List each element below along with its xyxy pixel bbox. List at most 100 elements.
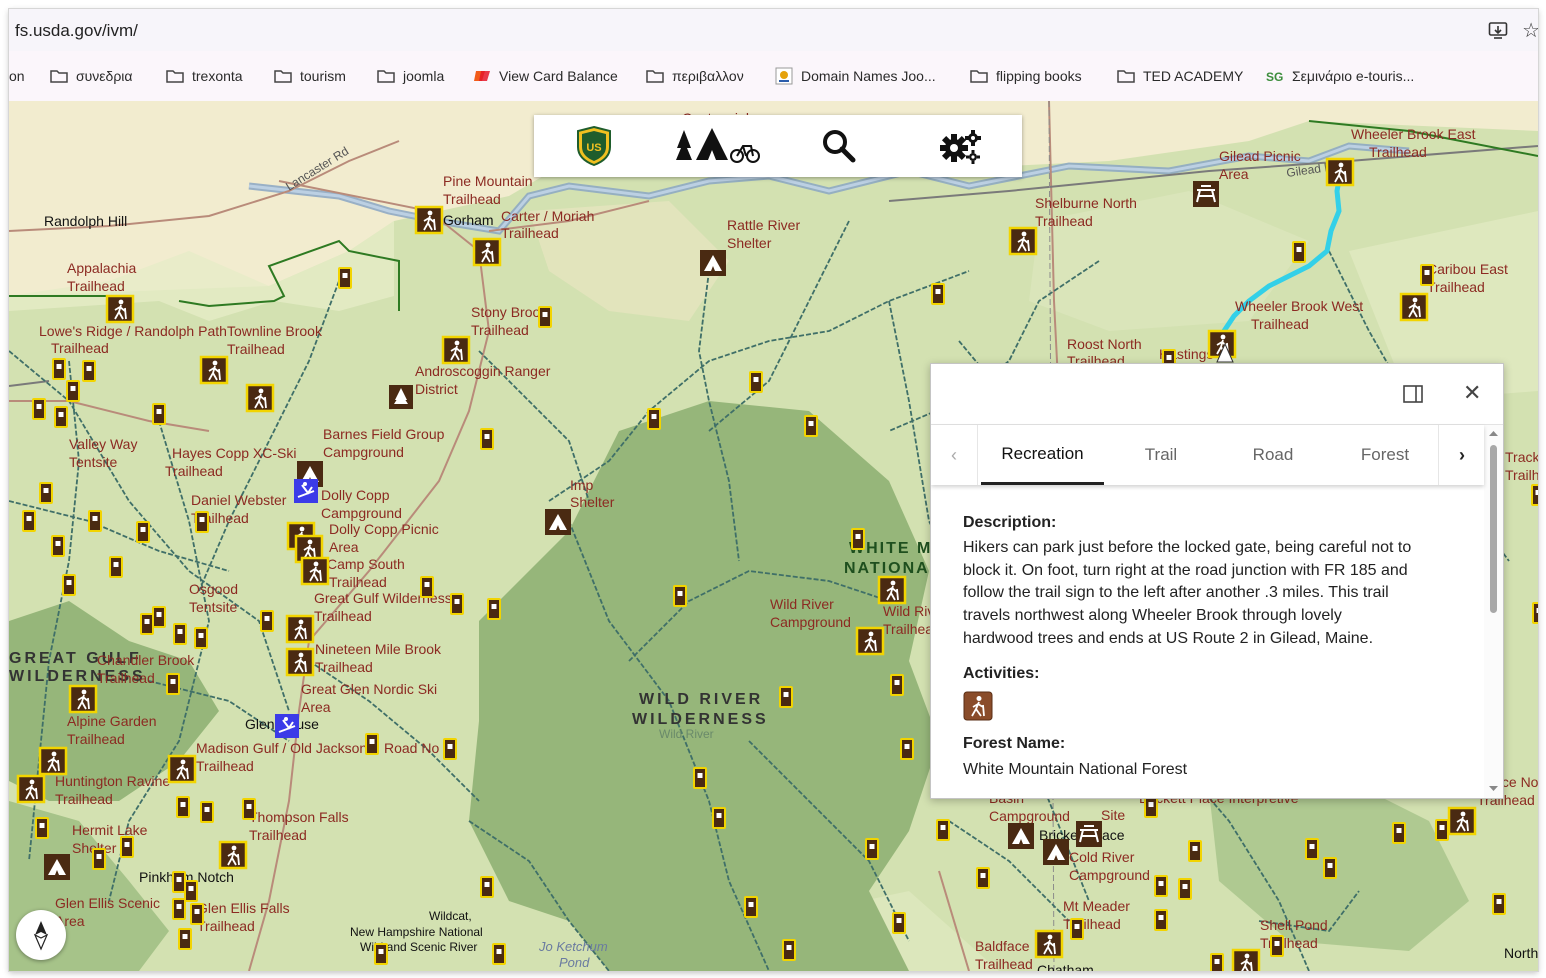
scroll-up-arrow-icon[interactable]	[1488, 430, 1499, 437]
site-marker[interactable]	[242, 798, 256, 820]
site-marker[interactable]	[195, 511, 209, 533]
site-marker[interactable]	[52, 358, 66, 380]
site-marker[interactable]	[450, 593, 464, 615]
hiking-activity-icon[interactable]	[963, 691, 993, 721]
site-marker[interactable]	[420, 576, 434, 598]
trailhead-marker[interactable]	[300, 556, 330, 586]
search-button[interactable]	[816, 123, 862, 169]
site-marker[interactable]	[194, 627, 208, 649]
site-marker[interactable]	[1188, 840, 1202, 862]
campground-marker[interactable]	[1008, 823, 1034, 849]
bookmark-item[interactable]: SG Σεμινάριο e-touris...	[1266, 66, 1414, 86]
ranger-district-marker[interactable]	[389, 385, 413, 409]
site-marker[interactable]	[39, 482, 53, 504]
bookmark-star-icon[interactable]: ☆	[1522, 18, 1538, 43]
site-marker[interactable]	[54, 406, 68, 428]
scroll-thumb[interactable]	[1490, 445, 1497, 613]
site-marker[interactable]	[492, 943, 506, 965]
trailhead-marker[interactable]	[1231, 948, 1261, 971]
site-marker[interactable]	[1392, 822, 1406, 844]
tab-recreation[interactable]: Recreation	[981, 425, 1104, 485]
site-marker[interactable]	[890, 674, 904, 696]
site-marker[interactable]	[172, 898, 186, 920]
site-marker[interactable]	[82, 360, 96, 382]
trailhead-marker[interactable]	[1399, 292, 1429, 322]
site-marker[interactable]	[109, 556, 123, 578]
site-marker[interactable]	[1154, 909, 1168, 931]
trailhead-marker[interactable]	[167, 754, 197, 784]
trailhead-marker[interactable]	[1447, 806, 1477, 836]
site-marker[interactable]	[749, 371, 763, 393]
map-canvas[interactable]: Randolph Hill Centennial Lancaster Rd Pi…	[9, 101, 1538, 971]
close-icon[interactable]: ✕	[1463, 379, 1481, 407]
site-marker[interactable]	[1154, 875, 1168, 897]
site-marker[interactable]	[178, 928, 192, 950]
tab-road[interactable]: Road	[1218, 425, 1328, 485]
site-marker[interactable]	[538, 306, 552, 328]
tabs-prev-chevron-icon[interactable]: ‹	[931, 425, 978, 485]
shelter-marker[interactable]	[44, 854, 70, 880]
trailhead-marker[interactable]	[414, 205, 444, 235]
trailhead-marker[interactable]	[199, 355, 229, 385]
trailhead-marker[interactable]	[1325, 157, 1355, 187]
site-marker[interactable]	[1492, 893, 1506, 915]
site-marker[interactable]	[200, 801, 214, 823]
picnic-area-marker[interactable]	[1075, 820, 1103, 848]
picnic-area-marker[interactable]	[1192, 180, 1220, 208]
trailhead-marker[interactable]	[472, 237, 502, 267]
trailhead-marker[interactable]	[38, 746, 68, 776]
site-marker[interactable]	[892, 912, 906, 934]
site-marker[interactable]	[936, 819, 950, 841]
settings-button[interactable]	[936, 123, 986, 169]
site-marker[interactable]	[1532, 602, 1538, 624]
bookmark-item[interactable]: Domain Names Joo...	[775, 66, 936, 86]
trailhead-marker[interactable]	[105, 294, 135, 324]
site-marker[interactable]	[673, 585, 687, 607]
tab-forest[interactable]: Forest	[1328, 425, 1442, 485]
site-marker[interactable]	[1420, 264, 1434, 286]
site-marker[interactable]	[35, 817, 49, 839]
site-marker[interactable]	[1210, 953, 1224, 971]
bookmark-item[interactable]: View Card Balance	[473, 66, 618, 86]
site-marker[interactable]	[172, 871, 186, 893]
recreation-activities-button[interactable]	[672, 123, 762, 169]
trailhead-marker[interactable]	[1034, 929, 1064, 959]
site-marker[interactable]	[176, 796, 190, 818]
bookmark-item[interactable]: on	[9, 66, 25, 86]
site-marker[interactable]	[480, 428, 494, 450]
site-marker[interactable]	[338, 267, 352, 289]
shelter-marker[interactable]	[545, 509, 571, 535]
compass-button[interactable]	[16, 910, 66, 960]
site-marker[interactable]	[693, 767, 707, 789]
bookmark-folder[interactable]: joomla	[377, 66, 444, 86]
bookmark-folder[interactable]: tourism	[274, 66, 346, 86]
shelter-marker[interactable]	[700, 250, 726, 276]
url-text[interactable]: fs.usda.gov/ivm/	[15, 21, 138, 41]
install-app-icon[interactable]	[1488, 20, 1508, 40]
site-marker[interactable]	[374, 943, 388, 965]
usfs-shield-button[interactable]: US	[570, 123, 618, 169]
site-marker[interactable]	[647, 408, 661, 430]
bookmark-folder[interactable]: περιβαλλον	[646, 66, 744, 86]
campground-marker[interactable]	[1043, 839, 1069, 865]
site-marker[interactable]	[443, 738, 457, 760]
site-marker[interactable]	[32, 398, 46, 420]
site-marker[interactable]	[88, 510, 102, 532]
site-marker[interactable]	[190, 903, 204, 925]
site-marker[interactable]	[136, 521, 150, 543]
trailhead-marker[interactable]	[285, 647, 315, 677]
site-marker[interactable]	[712, 807, 726, 829]
site-marker[interactable]	[365, 733, 379, 755]
site-marker[interactable]	[1144, 796, 1158, 818]
tab-trail[interactable]: Trail	[1104, 425, 1218, 485]
site-marker[interactable]	[66, 380, 80, 402]
site-marker[interactable]	[487, 598, 501, 620]
site-marker[interactable]	[865, 838, 879, 860]
trailhead-marker[interactable]	[285, 614, 315, 644]
trailhead-marker[interactable]	[855, 626, 885, 656]
bookmark-folder[interactable]: flipping books	[970, 66, 1082, 86]
site-marker[interactable]	[51, 535, 65, 557]
site-marker[interactable]	[744, 896, 758, 918]
site-marker[interactable]	[184, 880, 198, 902]
scroll-down-arrow-icon[interactable]	[1488, 785, 1499, 792]
